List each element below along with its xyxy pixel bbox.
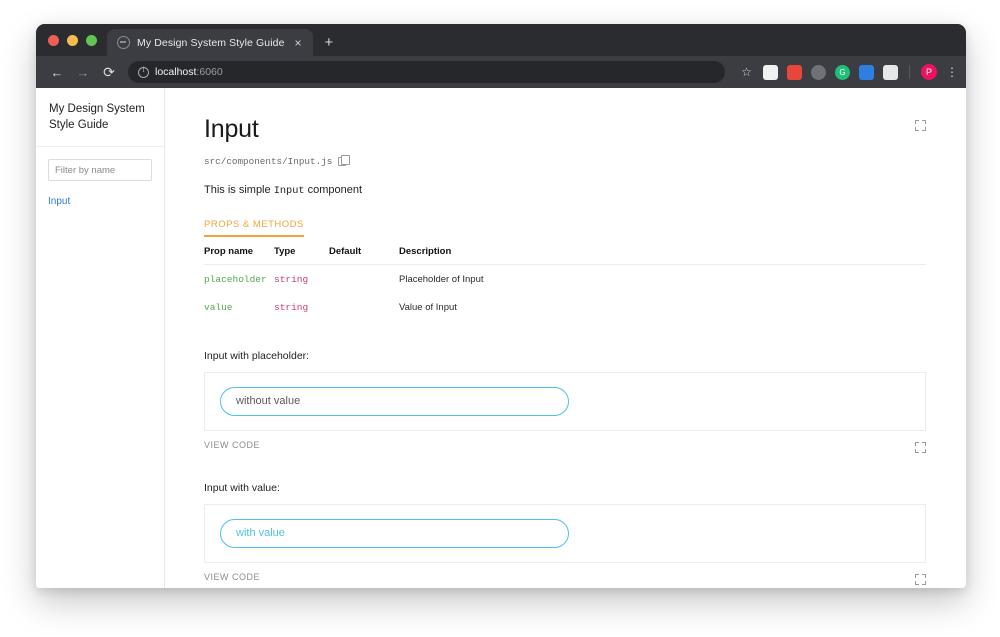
view-code-button[interactable]: VIEW CODE: [204, 572, 260, 582]
example-input-with-placeholder: Input with placeholder: VIEW CODE: [204, 350, 926, 453]
forward-button[interactable]: →: [70, 59, 96, 85]
page-viewport: My Design System Style Guide Input Input…: [36, 88, 966, 588]
table-row: value string Value of Input: [204, 293, 926, 321]
example-preview: [204, 503, 926, 563]
sidebar-item-input[interactable]: Input: [48, 194, 152, 209]
prop-default-cell: [329, 264, 399, 293]
example-footer: VIEW CODE: [204, 438, 926, 453]
example-label: Input with value:: [204, 481, 280, 494]
example-input-with-value: Input with value: VIEW CODE: [204, 482, 926, 585]
extension-chart-icon[interactable]: [763, 64, 778, 80]
isolate-icon[interactable]: [915, 120, 926, 131]
profile-avatar[interactable]: P: [921, 64, 937, 80]
site-info-icon[interactable]: [138, 65, 149, 78]
extension-blue-icon[interactable]: [859, 64, 874, 80]
col-prop-name: Prop name: [204, 245, 274, 265]
sidebar-filter-wrapper: [36, 147, 164, 182]
styleguide-content: Input src/components/Input.js This is si…: [165, 88, 966, 588]
window-maximize-button[interactable]: [86, 34, 97, 46]
browser-tab-title: My Design System Style Guide: [137, 36, 285, 49]
browser-toolbar-icons: ☆ G P ⋮: [725, 64, 958, 80]
back-button[interactable]: ←: [44, 59, 70, 85]
browser-tab[interactable]: My Design System Style Guide ×: [107, 29, 313, 56]
file-path-text: src/components/Input.js: [204, 155, 333, 167]
browser-window: My Design System Style Guide × + ← → ⟳ l…: [36, 24, 966, 588]
page-title: Input: [204, 115, 259, 143]
window-close-button[interactable]: [48, 34, 59, 46]
isolate-icon[interactable]: [915, 573, 926, 585]
description-code: Input: [273, 184, 305, 197]
props-table: Prop name Type Default Description place…: [204, 245, 926, 321]
doc-tabs: PROPS & METHODS: [204, 214, 926, 237]
prop-default-cell: [329, 293, 399, 321]
address-bar-host: localhost: [155, 66, 197, 78]
prop-description-cell: Value of Input: [399, 301, 457, 313]
prop-name-cell: value: [204, 301, 233, 313]
component-description: This is simple Input component: [204, 184, 926, 197]
col-type: Type: [274, 245, 329, 265]
isolate-icon[interactable]: [915, 441, 926, 453]
col-description: Description: [399, 245, 926, 265]
prop-name-cell: placeholder: [204, 273, 267, 285]
demo-input-value[interactable]: [220, 518, 569, 548]
address-bar[interactable]: localhost:6060: [128, 61, 725, 83]
tab-props-and-methods[interactable]: PROPS & METHODS: [204, 219, 304, 237]
extension-grammarly-icon[interactable]: G: [835, 64, 850, 80]
window-minimize-button[interactable]: [67, 34, 78, 46]
prop-type-cell: string: [274, 301, 309, 313]
address-bar-port: :6060: [196, 66, 223, 78]
copy-icon[interactable]: [338, 155, 351, 166]
component-file-path: src/components/Input.js: [204, 155, 926, 167]
browser-toolbar: ← → ⟳ localhost:6060 ☆ G P ⋮: [36, 56, 966, 88]
extension-camera-icon[interactable]: [883, 64, 898, 80]
window-traffic-lights: [46, 24, 107, 56]
demo-input-placeholder[interactable]: [220, 386, 569, 416]
col-default: Default: [329, 245, 399, 265]
example-preview: [204, 371, 926, 431]
sidebar-title: My Design System Style Guide: [36, 88, 164, 148]
props-table-header-row: Prop name Type Default Description: [204, 245, 926, 265]
toolbar-divider: [909, 65, 910, 79]
new-tab-button[interactable]: +: [325, 35, 334, 50]
sidebar-nav: Input: [36, 181, 164, 209]
browser-tab-strip: My Design System Style Guide × +: [36, 24, 966, 56]
doc-header: Input: [204, 115, 926, 144]
styleguide-sidebar: My Design System Style Guide Input: [36, 88, 165, 588]
filter-by-name-input[interactable]: [48, 159, 152, 182]
description-suffix: component: [304, 183, 363, 196]
prop-description-cell: Placeholder of Input: [399, 273, 484, 285]
reload-button[interactable]: ⟳: [96, 59, 122, 85]
extension-red-icon[interactable]: [787, 64, 802, 80]
prop-type-cell: string: [274, 273, 309, 285]
example-label: Input with placeholder:: [204, 349, 310, 362]
description-prefix: This is simple: [204, 183, 274, 196]
example-footer: VIEW CODE: [204, 570, 926, 585]
browser-menu-icon[interactable]: ⋮: [946, 66, 958, 78]
globe-favicon: [117, 36, 130, 49]
bookmark-star-icon[interactable]: ☆: [739, 65, 754, 80]
table-row: placeholder string Placeholder of Input: [204, 264, 926, 293]
extension-target-icon[interactable]: [811, 64, 826, 80]
tab-close-icon[interactable]: ×: [292, 37, 305, 49]
view-code-button[interactable]: VIEW CODE: [204, 440, 260, 450]
